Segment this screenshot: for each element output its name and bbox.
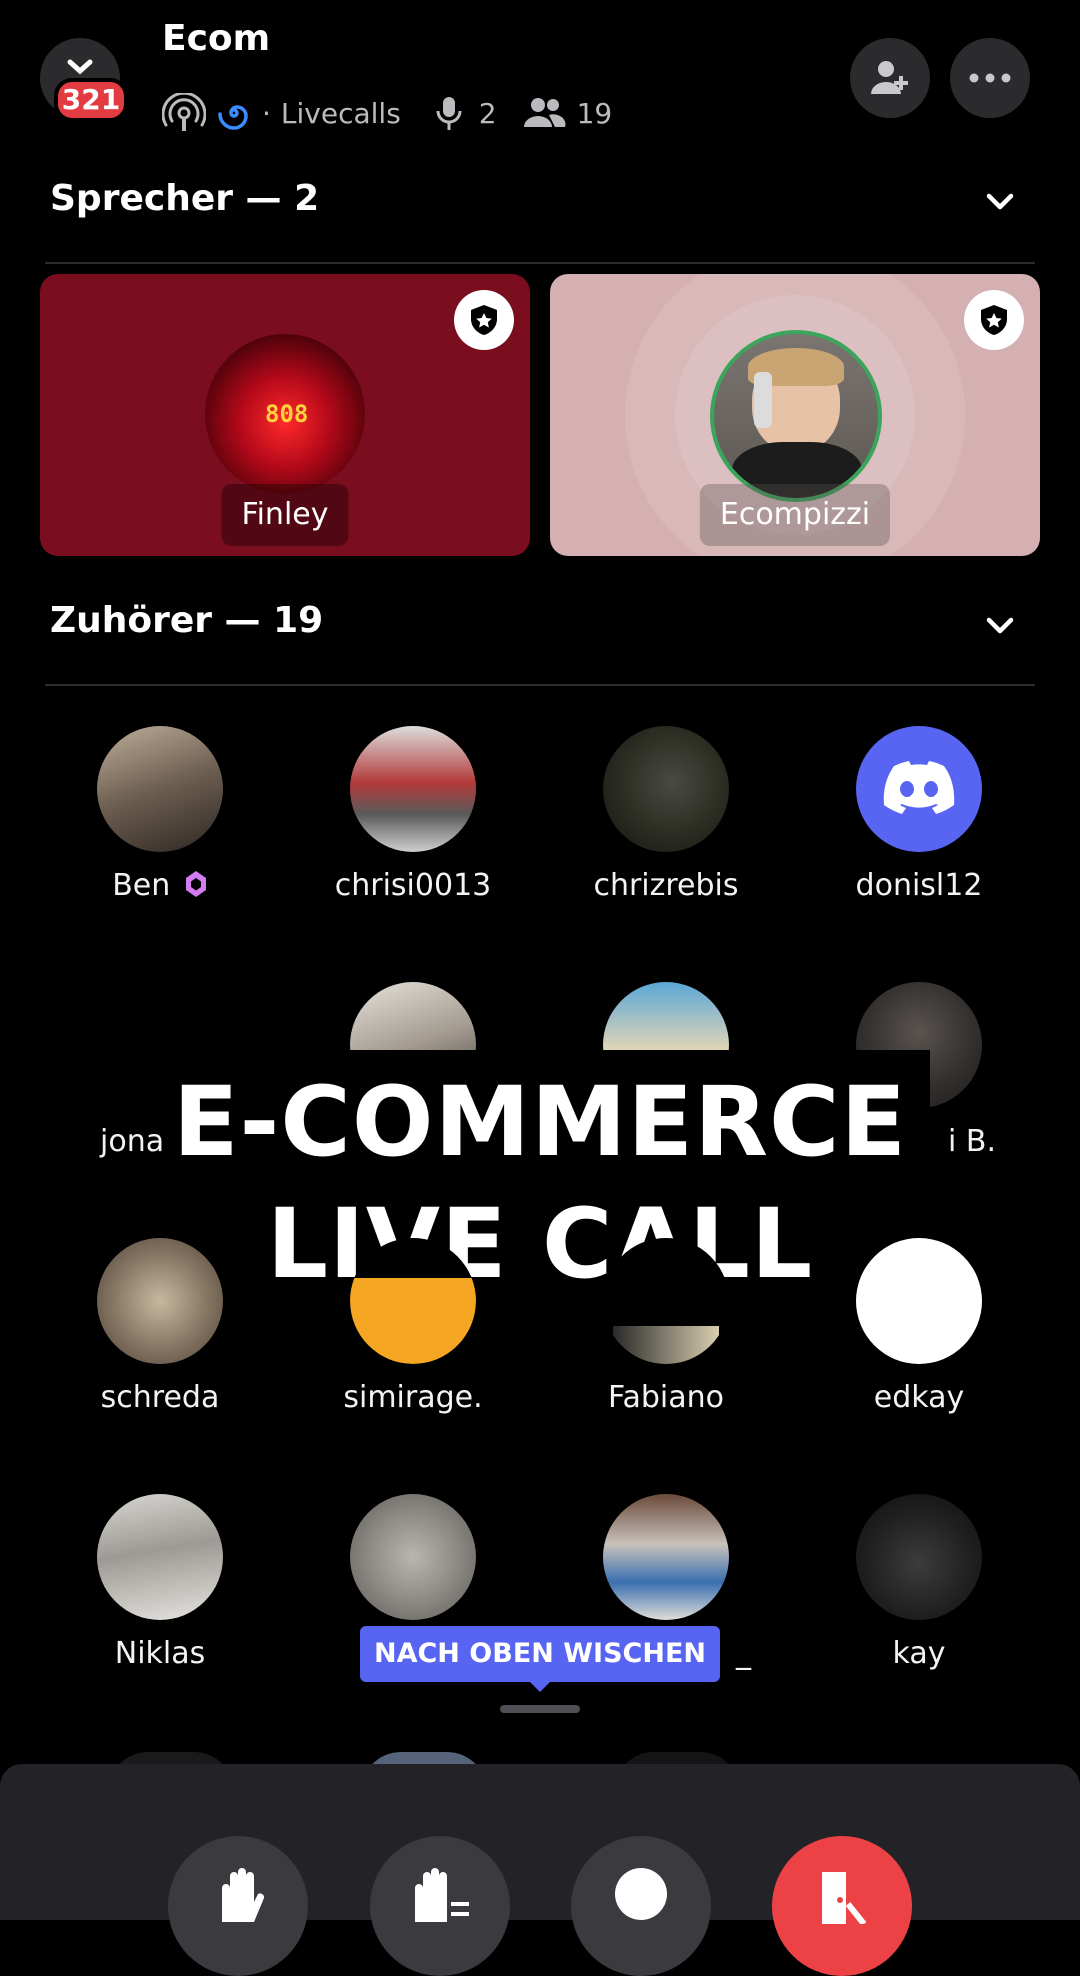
speaker-card-ecompizzi[interactable]: Ecompizzi — [550, 274, 1040, 556]
discord-logo-icon — [883, 761, 955, 814]
avatar — [350, 1494, 476, 1620]
members-count: 19 — [576, 96, 613, 130]
speakers-section-title: Sprecher — 2 — [50, 178, 320, 219]
channel-meta: · Livecalls 2 19 — [162, 92, 612, 134]
avatar — [603, 1238, 729, 1364]
listener-fabiano[interactable]: Fabiano — [551, 1238, 781, 1415]
invite-button[interactable] — [850, 38, 930, 118]
people-icon — [523, 98, 566, 127]
listener-chrisi0013[interactable]: chrisi0013 — [298, 726, 528, 903]
avatar-image-detail: 808 — [265, 400, 309, 428]
raise-hand-button[interactable] — [168, 1836, 308, 1976]
listener-name: chrizrebis — [593, 868, 739, 903]
speaker-name: Finley — [221, 484, 349, 546]
speaker-name: Ecompizzi — [699, 484, 891, 546]
listener-ben[interactable]: Ben — [45, 726, 275, 903]
overlay-title-line1: E-COMMERCE — [172, 1066, 908, 1178]
hand-queue-button[interactable] — [370, 1836, 510, 1976]
avatar — [856, 1238, 982, 1364]
voice-controls-panel — [0, 1764, 1080, 1920]
moderator-shield-icon — [981, 305, 1007, 335]
avatar — [856, 1494, 982, 1620]
mic-icon — [436, 97, 462, 130]
listener-name: Ben — [112, 868, 171, 903]
listener-name: Niklas — [114, 1636, 206, 1671]
avatar-image-detail — [350, 1278, 476, 1364]
swirl-icon — [218, 105, 248, 130]
divider — [45, 262, 1035, 264]
avatar — [350, 726, 476, 852]
moderator-shield-badge — [454, 290, 514, 350]
listener-donisl12[interactable]: donisl12 — [804, 726, 1034, 903]
listener-name: simirage. — [343, 1380, 483, 1415]
listener-simirage[interactable]: simirage. — [298, 1238, 528, 1415]
unread-badge: 321 — [54, 78, 128, 122]
avatar — [350, 1238, 476, 1364]
speaker-card-finley[interactable]: 808 Finley — [40, 274, 530, 556]
separator-dot: · — [262, 96, 271, 130]
listeners-section-title: Zuhörer — 19 — [50, 600, 324, 641]
channel-title: Ecom — [162, 18, 271, 59]
more-button[interactable] — [950, 38, 1030, 118]
speakers-count: 2 — [478, 96, 497, 130]
record-dot-icon — [615, 1868, 667, 1920]
stage-icon — [162, 93, 206, 131]
listener-name: donisl12 — [855, 868, 983, 903]
moderator-shield-icon — [471, 305, 497, 335]
listener-name: chrisi0013 — [334, 868, 492, 903]
nitro-badge-icon — [185, 871, 206, 897]
more-icon — [969, 73, 1011, 83]
listener-name-row: Ben — [45, 868, 275, 903]
chevron-down-icon[interactable] — [980, 606, 1020, 646]
avatar — [856, 726, 982, 852]
listener-hidden-3[interactable] — [298, 1494, 528, 1636]
add-user-icon — [871, 61, 908, 94]
video-button[interactable] — [571, 1836, 711, 1976]
listener-kay[interactable]: kay — [804, 1494, 1034, 1671]
hand-list-icon — [415, 1868, 469, 1922]
swipe-hint-arrow — [528, 1680, 552, 1692]
listener-edkay[interactable]: edkay — [804, 1238, 1034, 1415]
listener-chrizrebis[interactable]: chrizrebis — [551, 726, 781, 903]
listener-name: Fabiano — [607, 1380, 724, 1415]
avatar — [97, 1238, 223, 1364]
divider — [45, 684, 1035, 686]
avatar-image-detail — [613, 1326, 719, 1364]
listener-name: edkay — [873, 1380, 965, 1415]
raise-hand-icon — [222, 1868, 265, 1922]
channel-name: Livecalls — [280, 96, 401, 130]
drag-handle[interactable] — [500, 1705, 580, 1713]
avatar — [603, 1494, 729, 1620]
avatar — [97, 726, 223, 852]
listener-name: schreda — [100, 1380, 220, 1415]
listener-niklas[interactable]: Niklas — [45, 1494, 275, 1671]
avatar — [710, 330, 882, 502]
avatar — [97, 1494, 223, 1620]
listener-schreda[interactable]: schreda — [45, 1238, 275, 1415]
leave-call-button[interactable] — [772, 1836, 912, 1976]
listener-name: kay — [892, 1636, 946, 1671]
chevron-down-icon[interactable] — [980, 182, 1020, 222]
moderator-shield-badge — [964, 290, 1024, 350]
avatar: 808 — [205, 334, 365, 494]
leave-icon — [822, 1872, 867, 1924]
avatar — [603, 726, 729, 852]
avatar-image-detail — [754, 372, 772, 428]
swipe-up-hint: NACH OBEN WISCHEN — [360, 1626, 720, 1682]
